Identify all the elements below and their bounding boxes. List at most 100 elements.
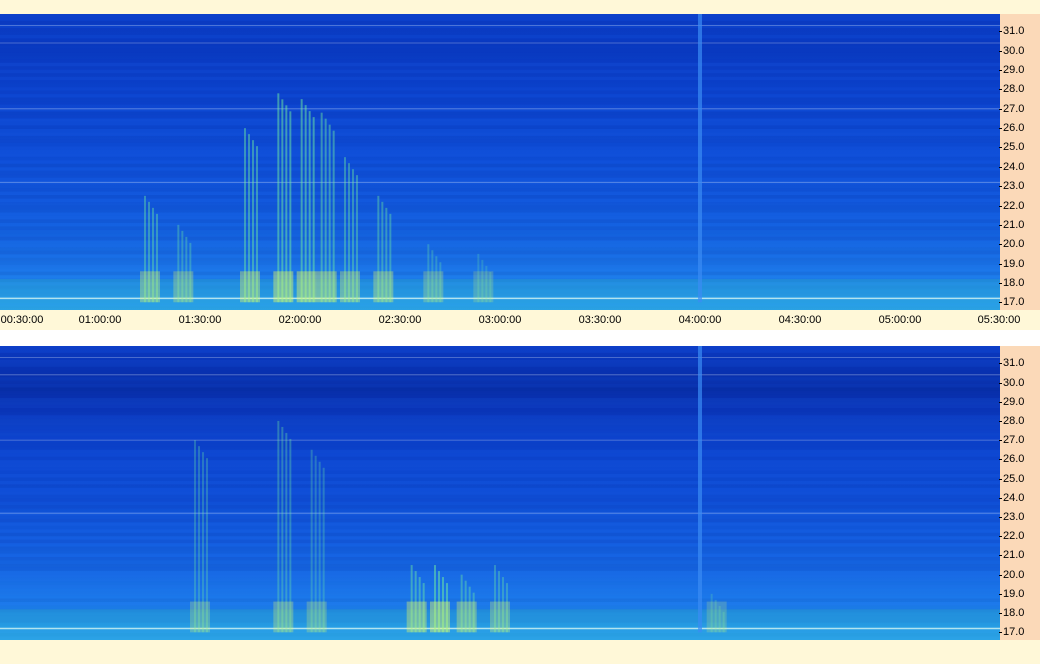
noise-band — [0, 467, 1000, 471]
noise-band — [0, 377, 1000, 381]
noise-band — [0, 87, 1000, 91]
noise-band — [0, 418, 1000, 423]
noise-band — [0, 17, 1000, 21]
noise-band — [0, 104, 1000, 109]
noise-band — [0, 80, 1000, 84]
noise-band — [0, 449, 1000, 454]
noise-band — [0, 446, 1000, 450]
noise-band — [0, 484, 1000, 488]
noise-band — [0, 52, 1000, 56]
noise-band — [0, 370, 1000, 374]
noise-band — [0, 97, 1000, 102]
frequency-tick-label: 19.0 — [998, 587, 1025, 600]
noise-band — [0, 24, 1000, 28]
frequency-tick-label: 28.0 — [998, 83, 1025, 96]
time-tick-label: 04:00:00 — [678, 314, 722, 326]
frequency-tick-label: 20.0 — [998, 568, 1025, 581]
noise-band — [0, 76, 1000, 81]
noise-band — [0, 532, 1000, 537]
time-tick-label: 01:30:00 — [178, 314, 222, 326]
frequency-tick-label: 26.0 — [998, 453, 1025, 466]
noise-band — [0, 408, 1000, 412]
frequency-tick-label: 24.0 — [998, 491, 1025, 504]
noise-band — [0, 45, 1000, 49]
noise-band — [0, 160, 1000, 164]
frequency-tick-label: 18.0 — [998, 276, 1025, 289]
spectrogram-canvas-top — [0, 14, 1000, 310]
noise-band — [0, 432, 1000, 436]
noise-band — [0, 501, 1000, 506]
vertical-streak — [698, 14, 702, 303]
noise-band — [0, 135, 1000, 140]
noise-band — [0, 536, 1000, 540]
spectrogram-panel-bottom: 31.0 30.0 29.0 28.0 27.0 26.0 25.0 24.0 23.0 22.0… — [0, 344, 1040, 664]
noise-band — [0, 505, 1000, 509]
noise-band — [0, 139, 1000, 143]
frequency-tick-label: 22.0 — [998, 199, 1025, 212]
noise-band — [0, 177, 1000, 182]
time-tick-label: 05:30:00 — [977, 314, 1021, 326]
noise-band — [0, 390, 1000, 395]
noise-band — [0, 146, 1000, 150]
spectrogram-plot-top — [0, 14, 1000, 310]
noise-band — [0, 363, 1000, 367]
frequency-tick-label: 28.0 — [998, 414, 1025, 427]
noise-band — [0, 529, 1000, 533]
time-tick-label: 02:30:00 — [378, 314, 422, 326]
noise-band — [0, 453, 1000, 457]
frequency-tick-label: 26.0 — [998, 122, 1025, 135]
noise-band — [0, 384, 1000, 388]
noise-band — [0, 149, 1000, 154]
noise-band — [0, 560, 1000, 564]
noise-band — [0, 442, 1000, 447]
noise-band — [0, 62, 1000, 67]
noise-band — [0, 38, 1000, 42]
noise-band — [0, 167, 1000, 171]
frequency-tick-label: 25.0 — [998, 141, 1025, 154]
noise-band — [0, 394, 1000, 398]
noise-band — [0, 27, 1000, 32]
noise-band — [0, 366, 1000, 371]
frequency-tick-label: 30.0 — [998, 376, 1025, 389]
frequency-tick-label: 21.0 — [998, 218, 1025, 231]
time-tick-label: 00:30:00 — [0, 314, 44, 326]
noise-band — [0, 518, 1000, 523]
noise-band — [0, 83, 1000, 88]
noise-band — [0, 359, 1000, 364]
noise-band — [0, 142, 1000, 147]
noise-band — [0, 515, 1000, 519]
frequency-tick-label: 30.0 — [998, 44, 1025, 57]
noise-band — [0, 460, 1000, 464]
noise-band — [0, 41, 1000, 46]
noise-band — [0, 567, 1000, 571]
noise-band — [0, 563, 1000, 568]
noise-band — [0, 494, 1000, 499]
noise-band — [0, 66, 1000, 70]
frequency-tick-label: 31.0 — [998, 25, 1025, 38]
noise-band — [0, 352, 1000, 357]
frequency-tick-label: 29.0 — [998, 395, 1025, 408]
noise-band — [0, 132, 1000, 136]
frequency-tick-label: 22.0 — [998, 530, 1025, 543]
frequency-tick-label: 27.0 — [998, 434, 1025, 447]
noise-band — [0, 401, 1000, 405]
noise-band — [0, 20, 1000, 25]
noise-band — [0, 397, 1000, 402]
noise-band — [0, 512, 1000, 516]
spectrogram-canvas-bottom — [0, 346, 1000, 640]
noise-band — [0, 435, 1000, 440]
noise-band — [0, 356, 1000, 360]
frequency-tick-label: 17.0 — [998, 626, 1025, 639]
noise-band — [0, 525, 1000, 530]
noise-band — [0, 181, 1000, 185]
noise-band — [0, 153, 1000, 157]
noise-band — [0, 34, 1000, 39]
noise-band — [0, 487, 1000, 492]
noise-band — [0, 188, 1000, 192]
noise-band — [0, 473, 1000, 478]
noise-band — [0, 491, 1000, 495]
noise-band — [0, 422, 1000, 426]
spectrogram-panel-top: 31.0 30.0 29.0 28.0 27.0 26.0 25.0 24.0 23.0 22.0… — [0, 0, 1040, 330]
frequency-tick-label: 24.0 — [998, 160, 1025, 173]
noise-band — [0, 429, 1000, 433]
